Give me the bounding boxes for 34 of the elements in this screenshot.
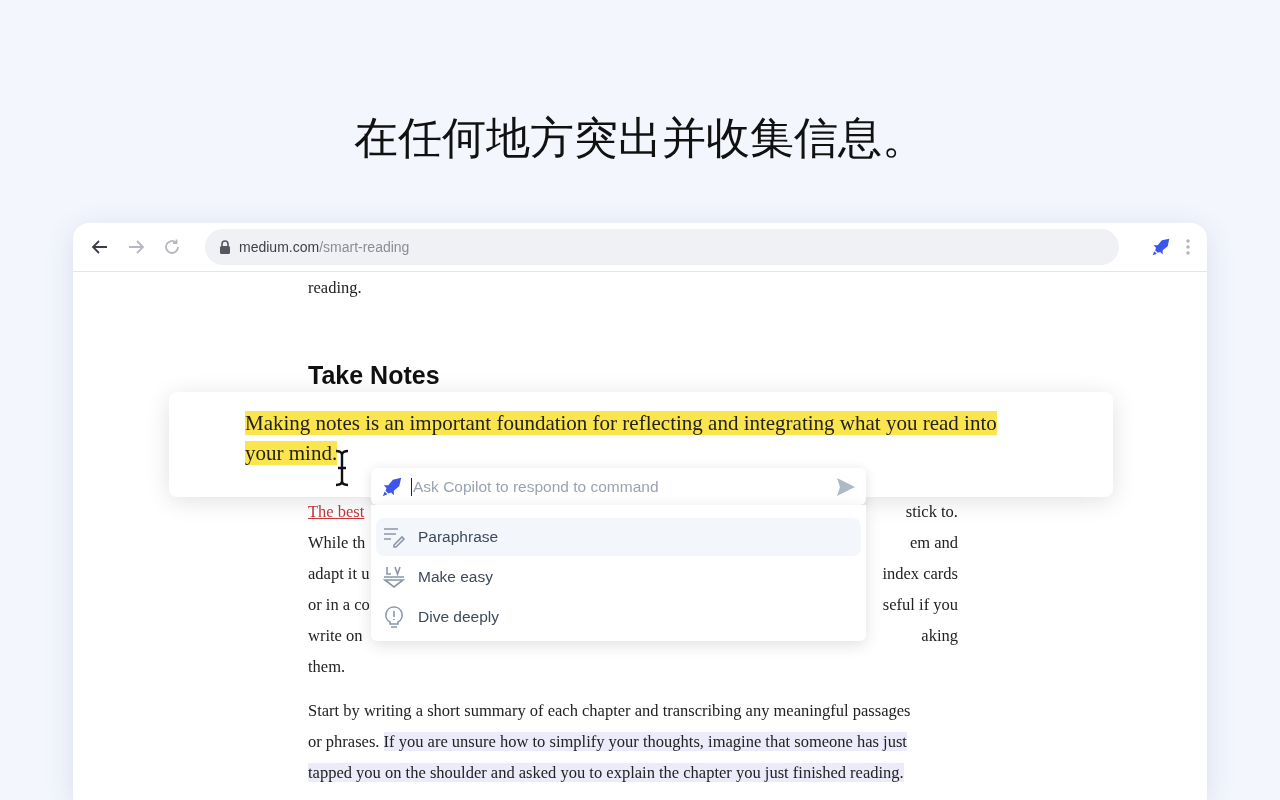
forward-arrow-icon: [127, 238, 145, 256]
text-line: Start by writing a short summary of each chapter and transcribing any meaningful passages: [308, 700, 911, 722]
text-line: or phrases. If you are unsure how to simplify your thoughts, imagine that someone has just: [308, 731, 907, 753]
text-line: or in a co: [308, 594, 370, 616]
text-cursor-icon: [335, 449, 349, 487]
command-menu-item[interactable]: Make easy: [376, 558, 861, 596]
text-fragment: seful if you: [882, 594, 958, 616]
text-line: write on: [308, 625, 363, 647]
text-fragment: stick to.: [905, 501, 958, 523]
text-line: adapt it u: [308, 563, 370, 585]
text-fragment: em and: [909, 532, 958, 554]
url-text: medium.com/smart-reading: [239, 239, 410, 255]
level-down-icon: [382, 565, 406, 589]
command-menu-item[interactable]: Dive deeply: [376, 598, 861, 636]
more-menu-icon[interactable]: [1185, 238, 1191, 256]
address-bar[interactable]: medium.com/smart-reading: [205, 229, 1119, 265]
reload-icon: [163, 238, 181, 256]
text-line: reading.: [308, 277, 362, 299]
lightbulb-icon: [382, 605, 406, 629]
lines-pencil-icon: [382, 525, 406, 549]
text-line: While th: [308, 532, 366, 554]
lock-icon: [219, 240, 231, 254]
article-heading: Take Notes: [308, 360, 441, 391]
headline: 在任何地方突出并收集信息。: [354, 111, 926, 165]
rocket-logo-icon[interactable]: [381, 475, 403, 498]
command-menu-item[interactable]: Paraphrase: [376, 518, 861, 556]
back-arrow-icon: [91, 238, 109, 256]
text-fragment: aking: [921, 625, 958, 647]
text-fragment: index cards: [882, 563, 958, 585]
rocket-logo-icon[interactable]: [1151, 237, 1171, 257]
text-line: them.: [308, 656, 346, 678]
article-link[interactable]: The best: [308, 502, 365, 521]
highlighted-text: Making notes is an important foundation for reflecting and integrating what you read into your mind.: [245, 410, 998, 467]
send-icon[interactable]: [836, 476, 856, 497]
